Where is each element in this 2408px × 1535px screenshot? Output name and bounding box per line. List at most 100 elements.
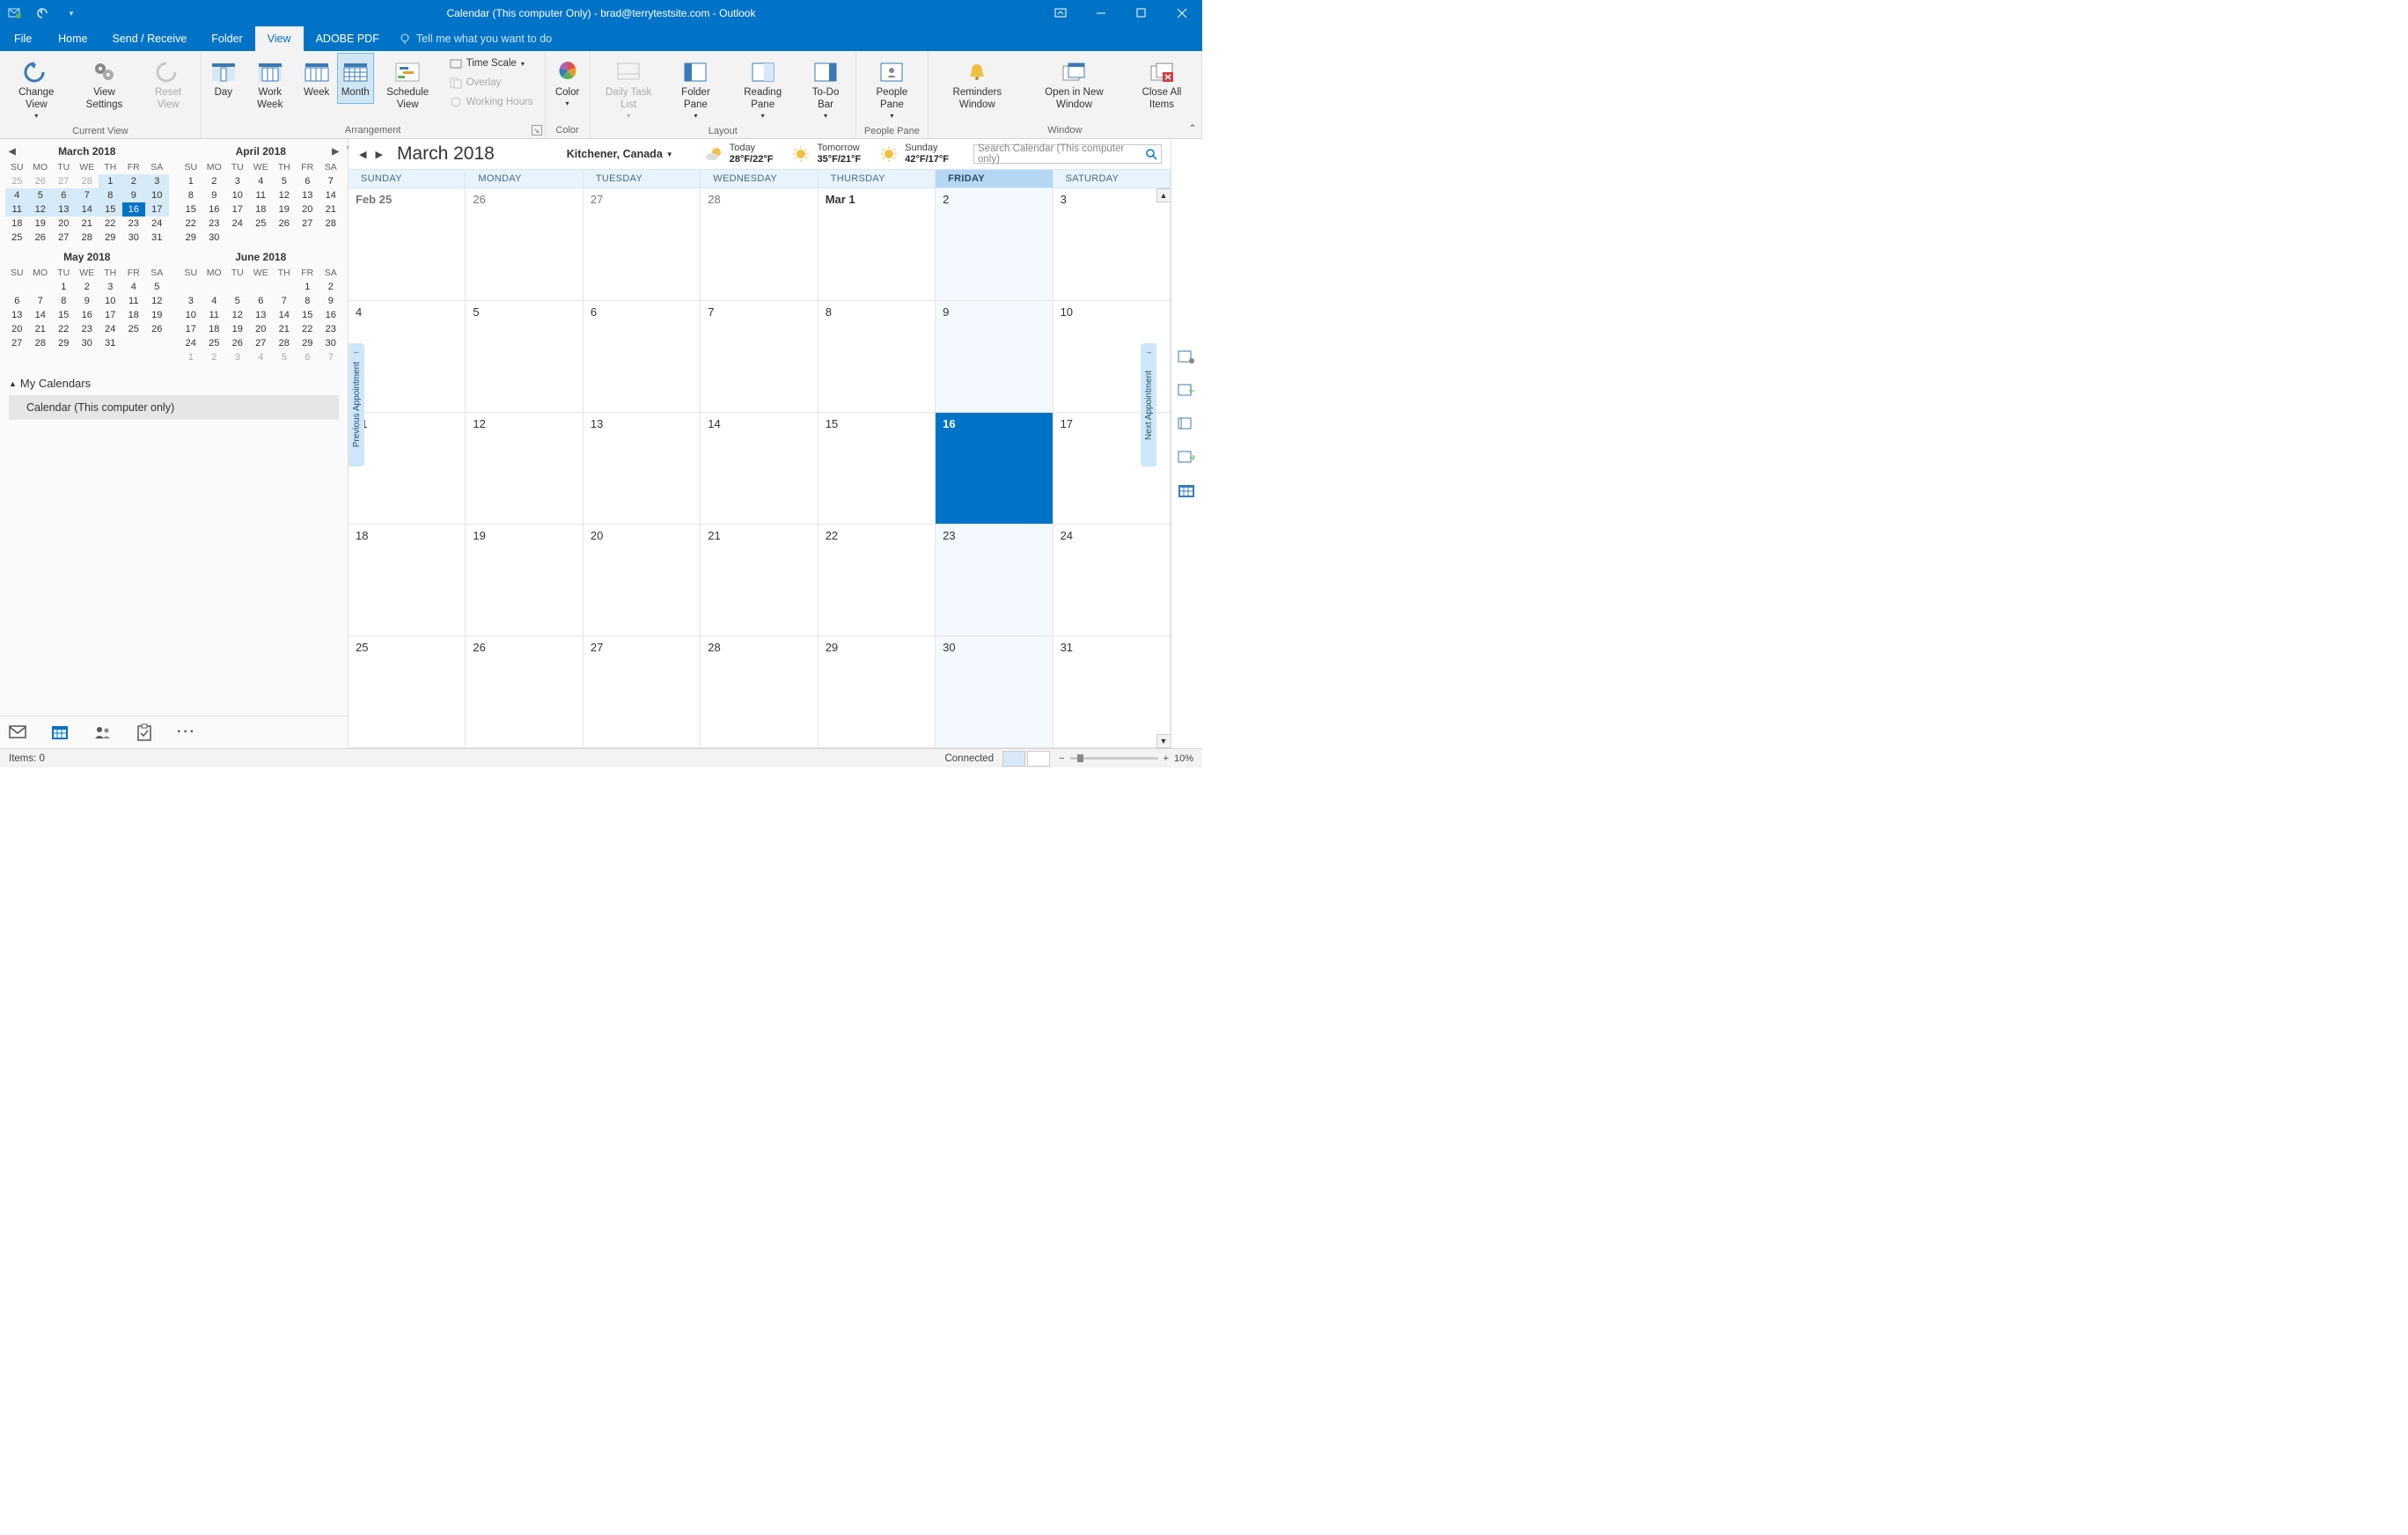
- minimonth-day[interactable]: 3: [226, 350, 250, 364]
- day-button[interactable]: Day: [205, 53, 242, 104]
- minimonth-day[interactable]: 10: [226, 188, 250, 202]
- minimonth-day[interactable]: 1: [52, 280, 76, 294]
- minimonth-day[interactable]: 17: [226, 202, 250, 217]
- minimonth-day[interactable]: 5: [145, 280, 169, 294]
- minimonth-day[interactable]: 17: [180, 322, 203, 336]
- minimonth-day[interactable]: 6: [296, 350, 319, 364]
- minimonth-day[interactable]: 22: [180, 217, 203, 231]
- minimonth-day[interactable]: 8: [296, 294, 319, 308]
- minimonth-day[interactable]: 30: [319, 336, 343, 350]
- minimonth-day[interactable]: 30: [122, 231, 146, 245]
- calendar-cell[interactable]: 11: [349, 413, 466, 524]
- minimonth-day[interactable]: 29: [99, 231, 122, 245]
- minimonth-day[interactable]: 14: [319, 188, 343, 202]
- minimonth-day[interactable]: 21: [76, 217, 99, 231]
- minimonth-day[interactable]: 26: [29, 231, 53, 245]
- minimonth-day[interactable]: 9: [202, 188, 226, 202]
- minimonth-day[interactable]: 6: [296, 174, 319, 188]
- calendar-cell[interactable]: 27: [584, 636, 701, 747]
- collapse-nav-icon[interactable]: ‹: [347, 143, 349, 152]
- minimonth-day[interactable]: 29: [52, 336, 76, 350]
- calendar-cell[interactable]: Mar 1: [819, 188, 936, 299]
- tell-me-search[interactable]: Tell me what you want to do: [399, 26, 552, 51]
- minimonth-day[interactable]: 28: [29, 336, 53, 350]
- calendar-cell[interactable]: 26: [466, 636, 583, 747]
- minimonth-day[interactable]: 21: [29, 322, 53, 336]
- close-icon[interactable]: [1162, 0, 1202, 26]
- minimonth-day[interactable]: 11: [202, 308, 226, 322]
- schedule-view-button[interactable]: Schedule View: [376, 53, 440, 116]
- minimonth-day[interactable]: 21: [319, 202, 343, 217]
- qat-customize-icon[interactable]: ▾: [62, 4, 81, 23]
- rail-icon-1[interactable]: [1178, 350, 1197, 366]
- minimonth-day[interactable]: 15: [296, 308, 319, 322]
- minimonth-day[interactable]: 12: [273, 188, 297, 202]
- calendar-cell[interactable]: 28: [701, 636, 818, 747]
- change-view-button[interactable]: Change View ▾: [4, 53, 70, 124]
- minimonth-day[interactable]: 23: [122, 217, 146, 231]
- arrangement-dialog-launcher[interactable]: ↘: [532, 125, 542, 136]
- minimonth-day[interactable]: 10: [180, 308, 203, 322]
- minimonth-day[interactable]: 8: [52, 294, 76, 308]
- minimonth-day[interactable]: 27: [52, 231, 76, 245]
- minimonth-day[interactable]: 9: [76, 294, 99, 308]
- minimonth-day[interactable]: 19: [273, 202, 297, 217]
- minimonth-day[interactable]: 7: [29, 294, 53, 308]
- minimonth-day[interactable]: 26: [145, 322, 169, 336]
- calendar-item[interactable]: Calendar (This computer only): [9, 395, 339, 420]
- minimonth-day[interactable]: 27: [52, 174, 76, 188]
- minimonth-day[interactable]: 11: [122, 294, 146, 308]
- minimonth-day[interactable]: 26: [273, 217, 297, 231]
- minimonth-day[interactable]: 25: [202, 336, 226, 350]
- minimonth-day[interactable]: 25: [122, 322, 146, 336]
- calendar-cell[interactable]: 31: [1054, 636, 1171, 747]
- minimonth-day[interactable]: 9: [122, 188, 146, 202]
- weather-card[interactable]: Sunday42°F/17°F: [878, 143, 949, 165]
- minimonth-day[interactable]: 13: [52, 202, 76, 217]
- minimonth-day[interactable]: 14: [29, 308, 53, 322]
- minimonth-day[interactable]: 24: [180, 336, 203, 350]
- minimonth-day[interactable]: 7: [319, 350, 343, 364]
- weather-card[interactable]: Today28°F/22°F: [703, 143, 774, 165]
- calendar-cell[interactable]: 29: [819, 636, 936, 747]
- tab-adobe-pdf[interactable]: ADOBE PDF: [304, 26, 392, 51]
- minimonth-day[interactable]: 28: [273, 336, 297, 350]
- color-button[interactable]: Color ▾: [549, 53, 586, 112]
- minimonth-day[interactable]: 8: [99, 188, 122, 202]
- minimonth-day[interactable]: 7: [319, 174, 343, 188]
- calendar-cell[interactable]: 27: [584, 188, 701, 299]
- open-new-window-button[interactable]: Open in New Window: [1024, 53, 1124, 116]
- minimonth-day[interactable]: 4: [249, 350, 273, 364]
- minimonth-day[interactable]: 26: [29, 174, 53, 188]
- minimonth-day[interactable]: 10: [145, 188, 169, 202]
- minimonth-day[interactable]: 27: [5, 336, 29, 350]
- calendar-cell[interactable]: 28: [701, 188, 818, 299]
- minimonth-day[interactable]: 5: [273, 350, 297, 364]
- view-reading-button[interactable]: [1027, 751, 1050, 767]
- minimonth-day[interactable]: 9: [319, 294, 343, 308]
- reading-pane-button[interactable]: Reading Pane ▾: [728, 53, 797, 124]
- minimonth-day[interactable]: 12: [29, 202, 53, 217]
- folder-pane-button[interactable]: Folder Pane ▾: [665, 53, 727, 124]
- tab-file[interactable]: File: [0, 26, 46, 51]
- view-normal-button[interactable]: [1002, 751, 1025, 767]
- minimonth-day[interactable]: 19: [145, 308, 169, 322]
- minimonth-day[interactable]: 5: [273, 174, 297, 188]
- calendar-cell[interactable]: 22: [819, 525, 936, 635]
- minimonth-day[interactable]: 6: [5, 294, 29, 308]
- minimonth-day[interactable]: 4: [202, 294, 226, 308]
- minimonth-day[interactable]: 3: [145, 174, 169, 188]
- calendar-cell[interactable]: 8: [819, 301, 936, 412]
- minimonth-day[interactable]: 31: [99, 336, 122, 350]
- minimonth-day[interactable]: 24: [226, 217, 250, 231]
- month-button[interactable]: Month: [337, 53, 374, 104]
- minimonth-day[interactable]: 23: [319, 322, 343, 336]
- reminders-window-button[interactable]: Reminders Window: [932, 53, 1023, 116]
- minimonth-day[interactable]: 15: [52, 308, 76, 322]
- minimonth-day[interactable]: 16: [202, 202, 226, 217]
- minimonth-day[interactable]: 26: [226, 336, 250, 350]
- tab-home[interactable]: Home: [46, 26, 99, 51]
- minimonth-day[interactable]: 5: [226, 294, 250, 308]
- minimonth-day[interactable]: 18: [5, 217, 29, 231]
- minimonth-day[interactable]: 27: [296, 217, 319, 231]
